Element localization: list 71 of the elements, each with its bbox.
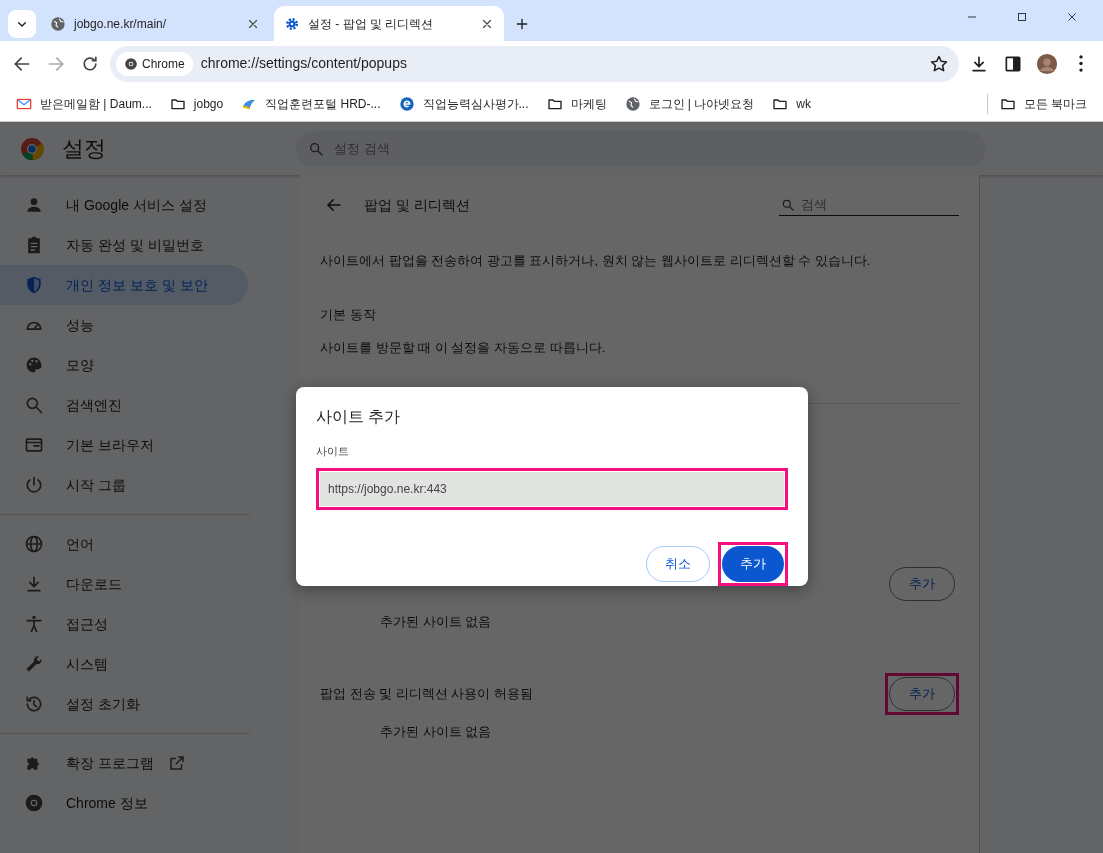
search-icon <box>781 197 795 212</box>
settings-title: 설정 <box>62 135 107 163</box>
person-icon <box>24 195 44 215</box>
wrench-icon <box>24 654 44 674</box>
bookmark[interactable]: 받은메일함 | Daum... <box>10 90 158 117</box>
accessibility-icon <box>24 614 44 634</box>
globe-icon <box>24 534 44 554</box>
search-icon <box>308 140 324 157</box>
sidebar-item[interactable]: Chrome 정보 <box>0 783 248 823</box>
chip-label: Chrome <box>142 55 185 73</box>
cancel-button[interactable]: 취소 <box>646 545 710 582</box>
e-logo-icon <box>398 95 415 112</box>
site-chip[interactable]: Chrome <box>116 51 193 76</box>
download-icon <box>24 574 44 594</box>
avatar-icon <box>1036 52 1058 75</box>
sidebar-item[interactable]: 자동 완성 및 비밀번호 <box>0 225 248 265</box>
power-icon <box>24 475 44 495</box>
empty-list-text: 추가된 사이트 없음 <box>379 612 493 631</box>
url-text: chrome://settings/content/popups <box>200 54 408 73</box>
sidebar-item[interactable]: 언어 <box>0 524 248 564</box>
sidebar-item[interactable]: 시스템 <box>0 644 248 684</box>
tab-title: jobgo.ne.kr/main/ <box>74 15 168 33</box>
maximize-icon <box>1015 10 1029 24</box>
star-icon <box>929 53 949 74</box>
all-bookmarks-button[interactable]: 모든 북마크 <box>993 90 1093 117</box>
browser-window-icon <box>24 435 44 455</box>
description-text: 사이트에서 팝업을 전송하여 광고를 표시하거나, 원치 않는 웹사이트로 리디렉션할 수 있습니다. <box>320 252 872 270</box>
add-button[interactable]: 추가 <box>889 566 955 601</box>
sidebar-item[interactable]: 개인 정보 보호 및 보안 <box>0 265 248 305</box>
section-note: 사이트를 방문할 때 이 설정을 자동으로 따릅니다. <box>320 339 607 357</box>
gear-icon <box>284 15 300 32</box>
back-arrow-icon <box>325 196 343 214</box>
sidebar-item[interactable]: 시작 그룹 <box>0 465 248 505</box>
site-input-field[interactable]: https://jobgo.ne.kr:443 <box>320 471 784 506</box>
bookmark[interactable]: jobgo <box>163 90 230 117</box>
sidebar-item[interactable]: 검색엔진 <box>0 385 248 425</box>
section-heading: 팝업 전송 및 리디렉션 사용이 허용됨 <box>320 684 535 703</box>
chrome-logo-icon <box>20 136 44 161</box>
address-bar[interactable]: Chrome chrome://settings/content/popups <box>110 45 959 82</box>
search-icon <box>24 395 44 415</box>
sidebar-item[interactable]: 모양 <box>0 345 248 385</box>
page-title: 팝업 및 리디렉션 <box>364 195 471 215</box>
browser-tab[interactable]: jobgo.ne.kr/main/ <box>40 6 270 41</box>
empty-list-text: 추가된 사이트 없음 <box>379 722 493 741</box>
sidebar-item[interactable]: 확장 프로그램 <box>0 743 248 783</box>
browser-tab[interactable]: 설정 - 팝업 및 리디렉션 <box>274 6 504 41</box>
sidebar-item[interactable]: 기본 브라우저 <box>0 425 248 465</box>
dialog-title: 사이트 추가 <box>316 407 402 427</box>
bookmark[interactable]: 마케팅 <box>540 90 613 117</box>
globe-icon <box>624 95 641 112</box>
globe-icon <box>50 15 66 32</box>
field-label: 사이트 <box>316 444 350 459</box>
section-heading: 기본 동작 <box>320 305 377 324</box>
add-button[interactable]: 추가 <box>722 545 784 582</box>
plus-icon <box>514 16 530 32</box>
history-icon <box>24 694 44 714</box>
sidebar-item[interactable]: 내 Google 서비스 설정 <box>0 185 248 225</box>
sidebar-item[interactable]: 성능 <box>0 305 248 345</box>
shield-icon <box>24 275 44 295</box>
sidebar-item[interactable]: 접근성 <box>0 604 248 644</box>
menu-icon <box>1079 55 1083 72</box>
bookmark[interactable]: 직업능력심사평가... <box>392 90 535 117</box>
sidebar-item[interactable]: 다운로드 <box>0 564 248 604</box>
sidebar-item[interactable]: 설정 초기화 <box>0 684 248 724</box>
palette-icon <box>24 355 44 375</box>
add-button[interactable]: 추가 <box>889 676 955 711</box>
bookmark[interactable]: 로그인 | 나야넷요청 <box>618 90 761 117</box>
tab-search-button[interactable] <box>8 10 36 38</box>
tab-title: 설정 - 팝업 및 리디렉션 <box>308 15 435 33</box>
bookmark[interactable]: 직업훈련포털 HRD-... <box>235 90 387 117</box>
bookmark[interactable]: wk <box>766 90 817 117</box>
